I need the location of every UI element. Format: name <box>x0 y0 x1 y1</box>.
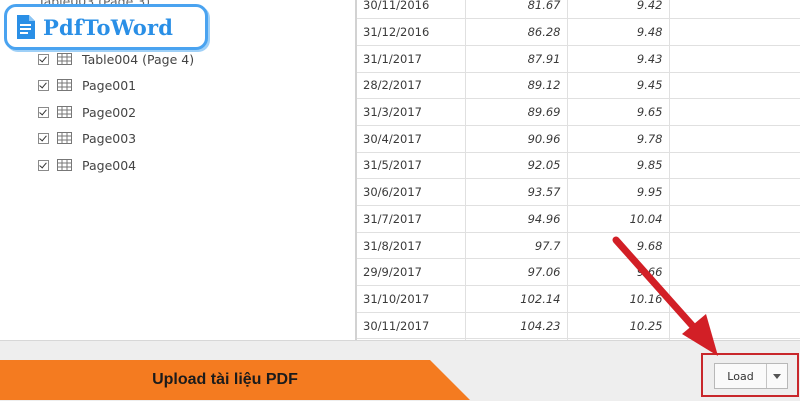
value-cell: 9.78 <box>567 125 670 153</box>
value-cell: 9.65 <box>567 98 670 126</box>
table-row: 30/6/2017 93.57 9.95 <box>357 178 800 206</box>
navigator-item-label: Page002 <box>82 104 137 120</box>
red-arrow-icon <box>612 236 718 356</box>
table-row: 31/3/2017 89.69 9.65 <box>357 98 800 126</box>
value-cell: 94.96 <box>465 205 568 233</box>
table-icon <box>57 79 72 91</box>
table-row: 31/12/2016 86.28 9.48 <box>357 18 800 46</box>
value-cell: 9.95 <box>567 178 670 206</box>
navigator-item-label: Page001 <box>82 77 137 93</box>
banner-title: Upload tài liệu PDF <box>152 371 298 388</box>
checkbox[interactable] <box>38 53 49 65</box>
value-cell: 104.23 <box>465 312 568 340</box>
navigator-item-label: Page003 <box>82 130 137 146</box>
empty-cell <box>669 45 800 73</box>
table-row: 28/2/2017 89.12 9.45 <box>357 72 800 100</box>
checkbox[interactable] <box>38 159 49 171</box>
date-cell: 31/7/2017 <box>357 205 466 233</box>
logo-text: PdfToWord <box>43 14 174 40</box>
table-icon <box>57 53 72 65</box>
navigator-item[interactable]: Page002 <box>38 102 136 122</box>
date-cell: 30/11/2016 <box>357 0 466 20</box>
value-cell: 90.96 <box>465 125 568 153</box>
value-cell: 102.14 <box>465 285 568 313</box>
empty-cell <box>669 178 800 206</box>
checkbox[interactable] <box>38 132 49 144</box>
date-cell: 31/12/2016 <box>357 18 466 46</box>
table-row: 30/4/2017 90.96 9.78 <box>357 125 800 153</box>
value-cell: 81.67 <box>465 0 568 20</box>
value-cell: 87.91 <box>465 45 568 73</box>
value-cell: 93.57 <box>465 178 568 206</box>
checkbox[interactable] <box>38 106 49 118</box>
table-row: 30/11/2016 81.67 9.42 <box>357 0 800 20</box>
date-cell: 31/1/2017 <box>357 45 466 73</box>
date-cell: 30/11/2017 <box>357 312 466 340</box>
date-cell: 30/6/2017 <box>357 178 466 206</box>
value-cell: 9.85 <box>567 152 670 180</box>
value-cell: 9.48 <box>567 18 670 46</box>
empty-cell <box>669 18 800 46</box>
date-cell: 31/10/2017 <box>357 285 466 313</box>
date-cell: 29/9/2017 <box>357 258 466 287</box>
value-cell: 10.04 <box>567 205 670 233</box>
empty-cell <box>669 205 800 233</box>
value-cell: 89.69 <box>465 98 568 126</box>
empty-cell <box>669 0 800 20</box>
table-row: 31/7/2017 94.96 10.04 <box>357 205 800 233</box>
pdftoword-logo: PdfToWord <box>4 4 208 50</box>
navigator-item[interactable]: Page001 <box>38 75 136 95</box>
value-cell: 9.43 <box>567 45 670 73</box>
navigator-item[interactable]: Page003 <box>38 128 136 148</box>
value-cell: 92.05 <box>465 152 568 180</box>
date-cell: 31/5/2017 <box>357 152 466 180</box>
table-icon <box>57 159 72 171</box>
table-icon <box>57 106 72 118</box>
value-cell: 97.7 <box>465 232 568 260</box>
value-cell: 9.42 <box>567 0 670 20</box>
navigator-item-label: Page004 <box>82 157 137 173</box>
navigator-item-label: Table004 (Page 4) <box>82 51 195 67</box>
empty-cell <box>669 125 800 153</box>
navigator-item[interactable]: Page004 <box>38 155 136 175</box>
table-row: 31/1/2017 87.91 9.43 <box>357 45 800 73</box>
date-cell: 31/3/2017 <box>357 98 466 126</box>
document-icon <box>17 15 35 39</box>
date-cell: 31/8/2017 <box>357 232 466 260</box>
table-icon <box>57 132 72 144</box>
navigator-panel: Table003 (Page 3) Table004 (Page 4)Page0… <box>0 0 355 340</box>
checkbox[interactable] <box>38 79 49 91</box>
value-cell: 97.06 <box>465 258 568 287</box>
empty-cell <box>669 152 800 180</box>
empty-cell <box>669 72 800 100</box>
date-cell: 30/4/2017 <box>357 125 466 153</box>
value-cell: 86.28 <box>465 18 568 46</box>
value-cell: 89.12 <box>465 72 568 100</box>
date-cell: 28/2/2017 <box>357 72 466 100</box>
value-cell: 9.45 <box>567 72 670 100</box>
table-row: 31/5/2017 92.05 9.85 <box>357 152 800 180</box>
navigator-item[interactable]: Table004 (Page 4) <box>38 49 194 69</box>
empty-cell <box>669 98 800 126</box>
